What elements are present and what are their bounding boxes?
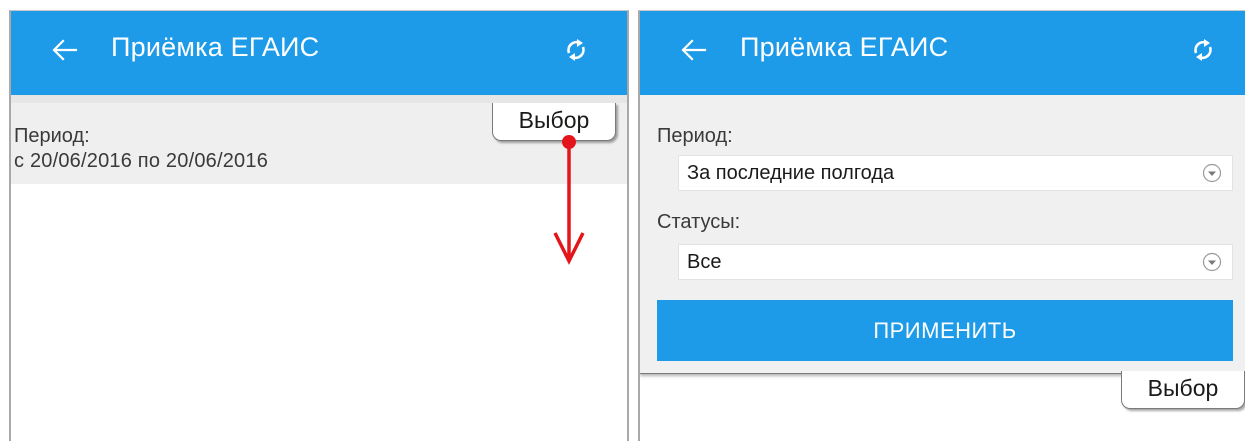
left-screen: Приёмка ЕГАИС Период: с 20/06/2016 по 20… [9,10,629,441]
period-select[interactable]: За последние полгода [678,155,1233,191]
status-select-value: Все [687,251,722,273]
refresh-icon[interactable] [1188,35,1218,65]
app-bar: Приёмка ЕГАИС [640,11,1245,95]
refresh-icon[interactable] [561,35,591,65]
filter-toggle-tab[interactable]: Выбор [492,103,616,141]
status-select[interactable]: Все [678,244,1233,280]
period-value: с 20/06/2016 по 20/06/2016 [14,150,269,172]
filter-panel: Период: За последние полгода Статусы: Вс… [640,95,1245,374]
back-arrow-icon[interactable] [678,34,710,66]
dropdown-icon[interactable] [1202,163,1222,183]
period-label: Период: [14,125,90,147]
back-arrow-icon[interactable] [49,34,81,66]
drag-down-arrow-icon [553,141,585,265]
page-title: Приёмка ЕГАИС [740,32,949,62]
right-screen: Приёмка ЕГАИС Период: За последние полго… [638,10,1245,441]
dropdown-icon[interactable] [1202,252,1222,272]
period-select-value: За последние полгода [687,162,895,184]
page-title: Приёмка ЕГАИС [111,32,320,62]
app-bar: Приёмка ЕГАИС [11,11,627,95]
apply-button[interactable]: ПРИМЕНИТЬ [657,300,1233,361]
filter-toggle-tab[interactable]: Выбор [1121,371,1245,409]
touch-point [562,135,576,149]
period-label: Период: [657,125,733,147]
status-label: Статусы: [657,211,741,233]
